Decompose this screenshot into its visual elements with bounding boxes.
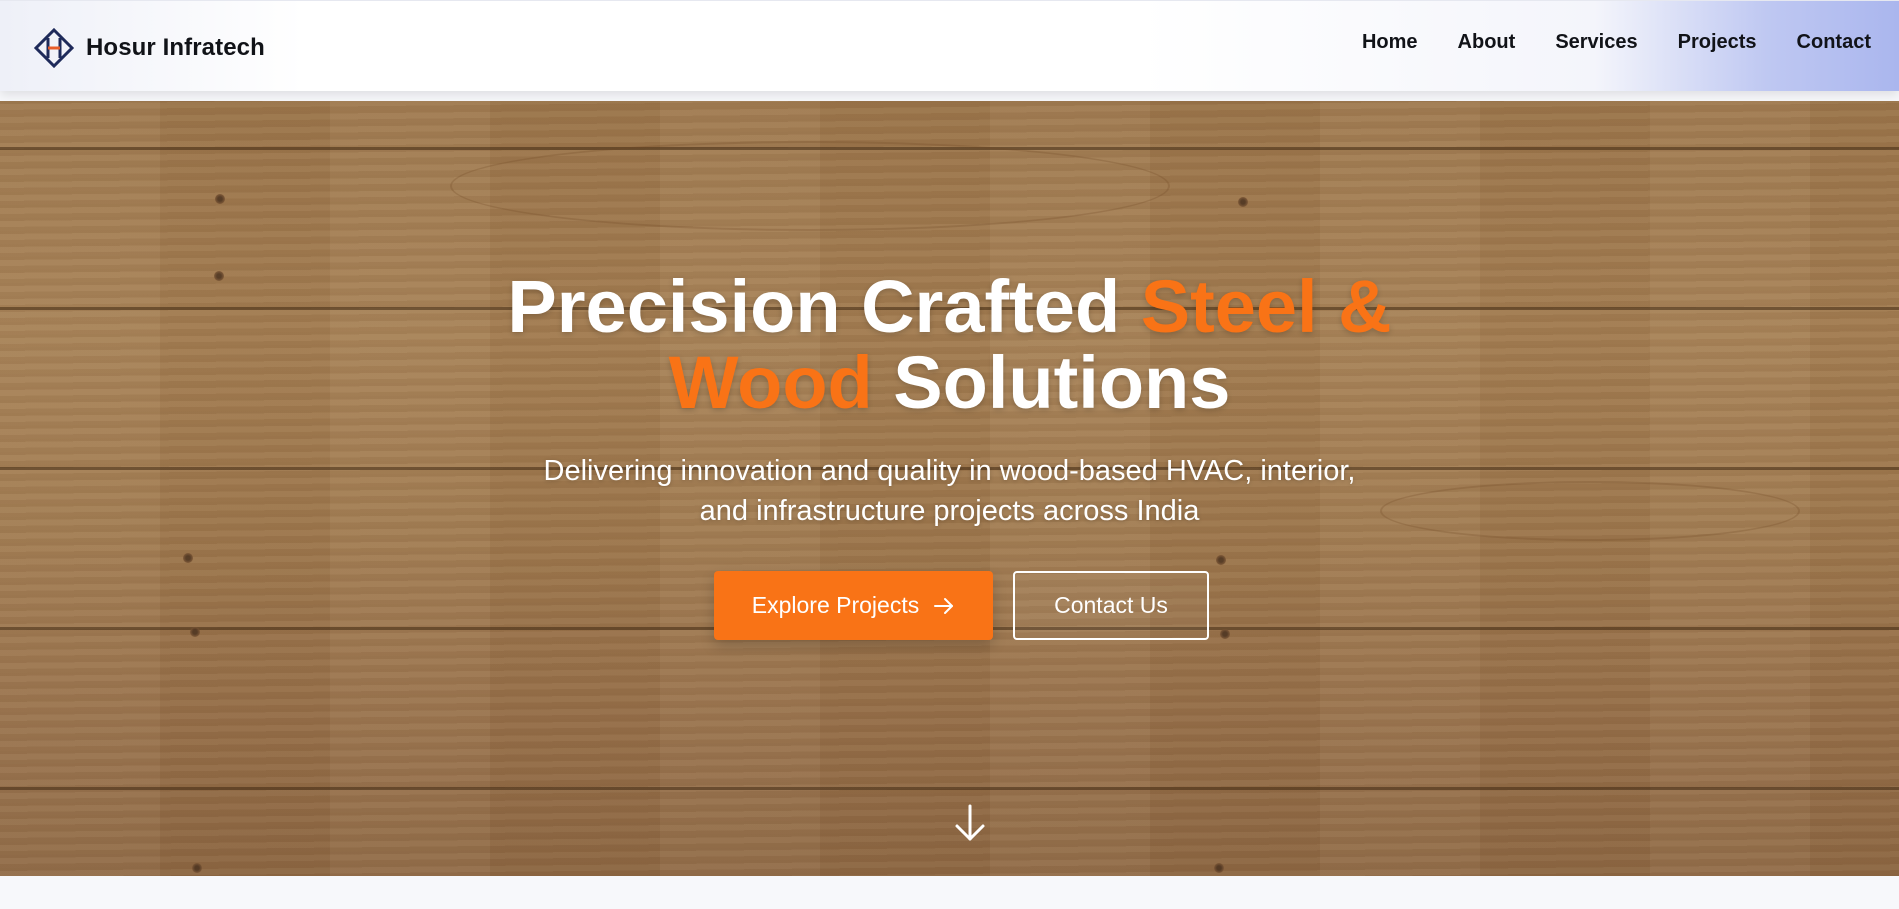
site-header: Hosur Infratech Home About Services Proj… <box>0 0 1899 91</box>
hero-title-accent: Wood <box>668 341 873 424</box>
hero-title-text: Solutions <box>872 341 1231 424</box>
hero-title: Precision Crafted Steel & Wood Solutions <box>0 269 1899 421</box>
arrow-down-icon[interactable] <box>953 803 987 843</box>
hero-title-text: Precision Crafted <box>507 265 1141 348</box>
hero-actions: Explore Projects Contact Us <box>0 571 1899 640</box>
wood-grain-decor <box>450 141 1170 231</box>
wood-knot-decor <box>1238 197 1248 207</box>
arrow-right-icon <box>933 595 955 617</box>
contact-us-label: Contact Us <box>1054 592 1168 618</box>
wood-knot-decor <box>192 863 202 873</box>
hero-subtitle-line: and infrastructure projects across India <box>699 495 1200 527</box>
nav-services[interactable]: Services <box>1555 31 1637 54</box>
explore-projects-button[interactable]: Explore Projects <box>714 571 993 640</box>
hero-section: Precision Crafted Steel & Wood Solutions… <box>0 101 1899 876</box>
wood-knot-decor <box>1216 555 1226 565</box>
next-section <box>0 876 1899 909</box>
brand-name: Hosur Infratech <box>86 34 265 61</box>
hero-subtitle: Delivering innovation and quality in woo… <box>0 451 1899 531</box>
brand[interactable]: Hosur Infratech <box>34 28 265 68</box>
contact-us-button[interactable]: Contact Us <box>1013 571 1209 640</box>
hero-subtitle-line: Delivering innovation and quality in woo… <box>543 455 1356 487</box>
wood-knot-decor <box>215 194 225 204</box>
hero-title-accent: Steel & <box>1140 265 1392 348</box>
nav-home[interactable]: Home <box>1362 31 1418 54</box>
wood-knot-decor <box>183 553 193 563</box>
brand-logo-icon <box>34 28 74 68</box>
main-nav: Home About Services Projects Contact <box>1362 31 1871 54</box>
nav-projects[interactable]: Projects <box>1678 31 1757 54</box>
explore-projects-label: Explore Projects <box>751 592 920 618</box>
wood-knot-decor <box>1214 863 1224 873</box>
nav-about[interactable]: About <box>1458 31 1516 54</box>
nav-contact[interactable]: Contact <box>1797 31 1871 54</box>
